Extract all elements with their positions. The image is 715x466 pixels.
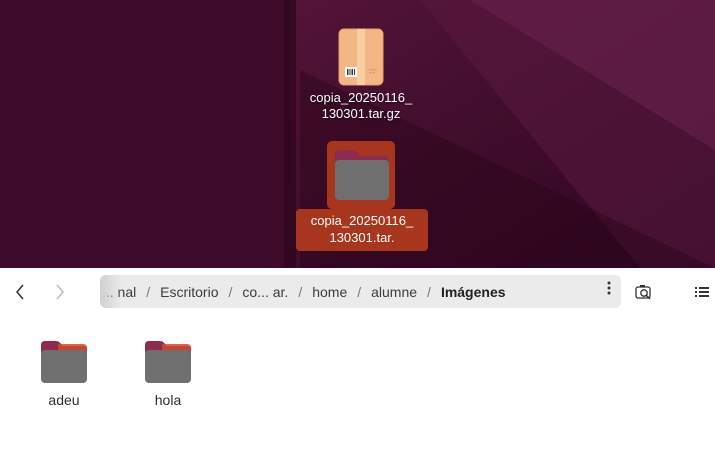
path-bar[interactable]: ... nal / Escritorio / co... ar. / home … bbox=[100, 275, 621, 308]
list-view-icon bbox=[695, 287, 709, 297]
breadcrumb-separator: / bbox=[146, 283, 151, 300]
file-item-folder[interactable]: hola bbox=[128, 340, 208, 408]
file-item-folder[interactable]: adeu bbox=[24, 340, 104, 408]
chevron-right-icon bbox=[56, 284, 64, 300]
breadcrumb-separator: / bbox=[228, 283, 233, 300]
desktop-item-folder[interactable] bbox=[296, 148, 428, 202]
desktop: copia_20250116_ 130301.tar.gz copia_2025… bbox=[0, 0, 715, 268]
back-button[interactable] bbox=[4, 276, 36, 308]
archive-icon bbox=[338, 28, 384, 86]
path-menu-button[interactable] bbox=[607, 281, 611, 300]
file-item-label: adeu bbox=[48, 392, 80, 408]
desktop-item-name: 130301.tar.gz bbox=[321, 106, 401, 121]
search-icon bbox=[635, 285, 651, 300]
chevron-left-icon bbox=[16, 284, 24, 300]
breadcrumb-item[interactable]: alumne bbox=[363, 284, 425, 300]
desktop-item-name: 130301.tar. bbox=[329, 230, 395, 245]
folder-icon bbox=[41, 341, 87, 383]
desktop-item-name: copia_20250116_ bbox=[309, 90, 413, 105]
file-manager-window: ... nal / Escritorio / co... ar. / home … bbox=[0, 268, 715, 466]
desktop-item-archive[interactable]: copia_20250116_ 130301.tar.gz bbox=[293, 28, 429, 122]
breadcrumb-item[interactable]: co... ar. bbox=[234, 284, 296, 300]
breadcrumb-separator: / bbox=[427, 283, 431, 300]
breadcrumb-item[interactable]: Escritorio bbox=[152, 284, 226, 300]
breadcrumb-separator: / bbox=[298, 283, 303, 300]
breadcrumb-item[interactable]: home bbox=[304, 284, 355, 300]
breadcrumb-separator: / bbox=[357, 283, 362, 300]
forward-button[interactable] bbox=[44, 276, 76, 308]
desktop-item-name: copia_20250116_ bbox=[310, 213, 414, 228]
path-bar-fade bbox=[100, 275, 122, 308]
folder-icon bbox=[335, 150, 389, 200]
vertical-ellipsis-icon bbox=[607, 281, 611, 295]
breadcrumb-current[interactable]: Imágenes bbox=[433, 284, 514, 300]
file-item-label: hola bbox=[154, 392, 182, 408]
search-button[interactable] bbox=[628, 276, 660, 308]
desktop-item-label-selected: copia_20250116_ 130301.tar. bbox=[296, 209, 428, 251]
view-options-button[interactable] bbox=[686, 276, 715, 308]
folder-icon bbox=[145, 341, 191, 383]
